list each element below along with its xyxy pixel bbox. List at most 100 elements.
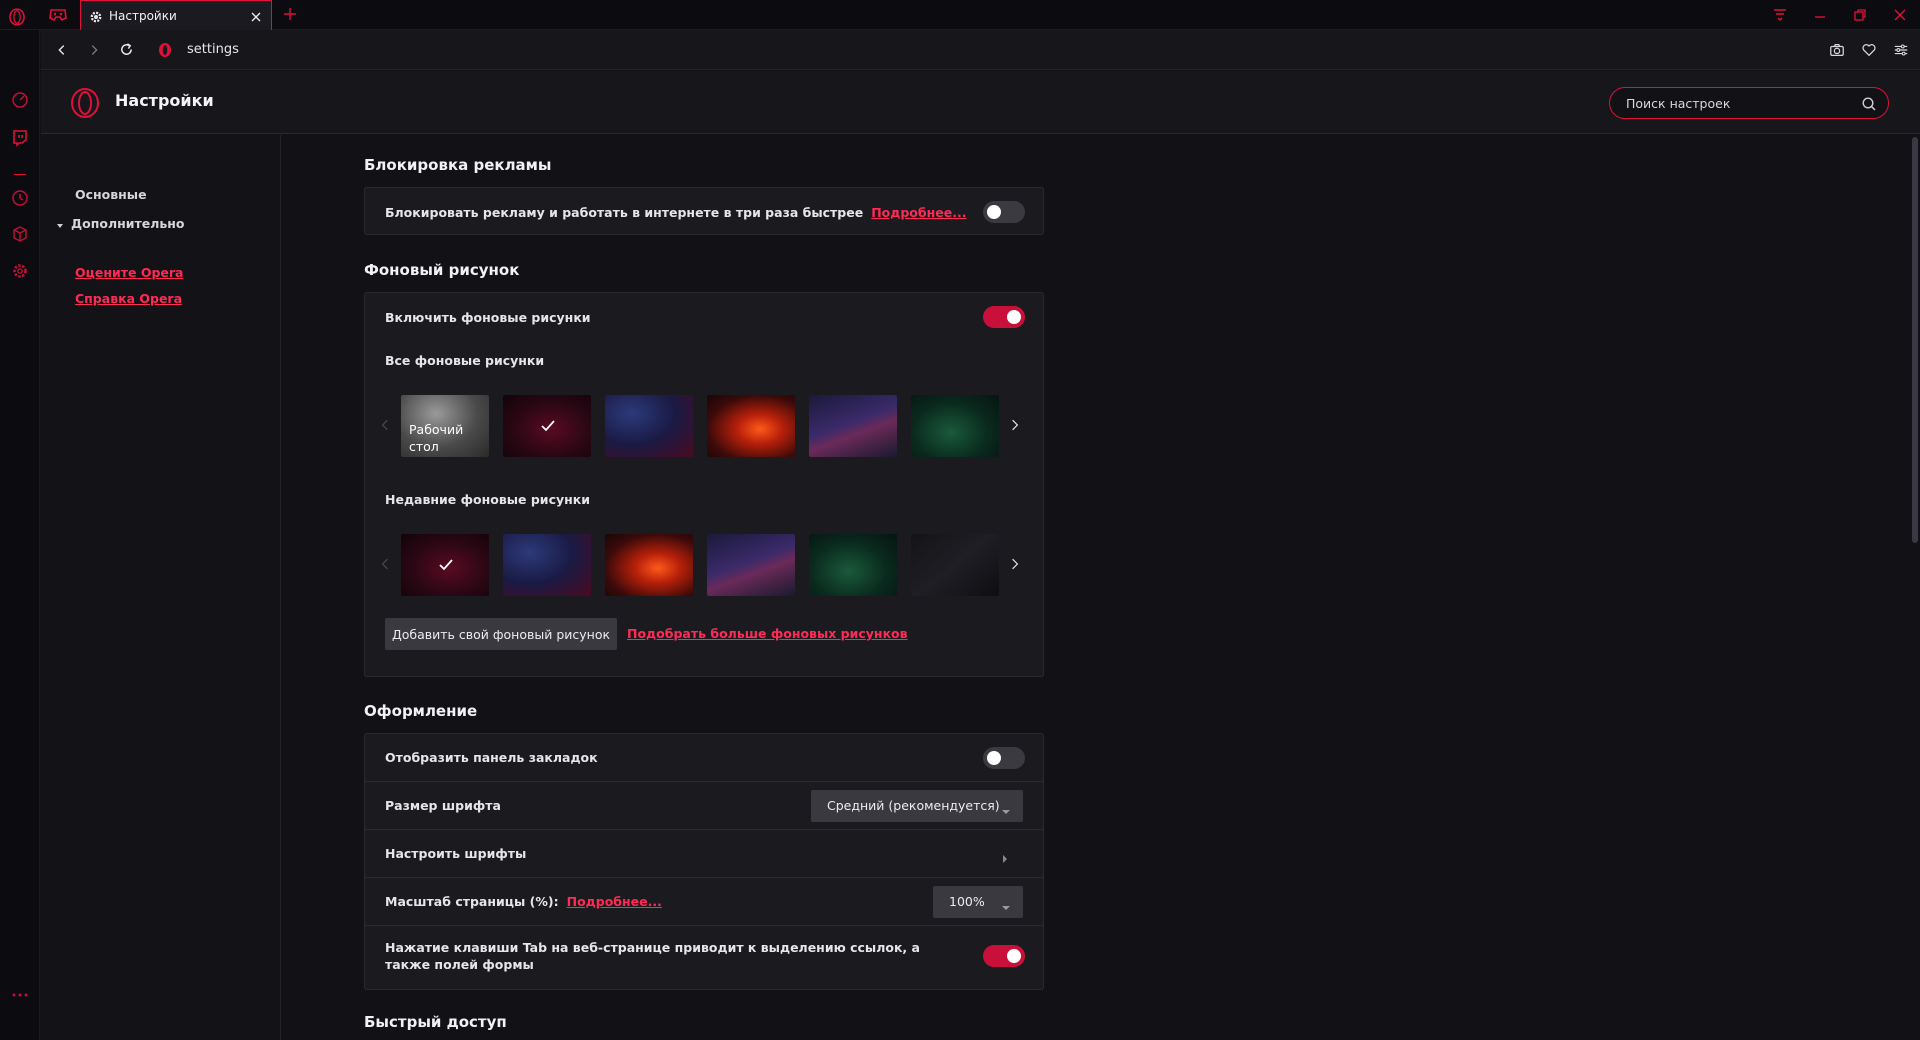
wallpaper-enable-label: Включить фоновые рисунки: [385, 309, 591, 325]
scrollbar[interactable]: [1912, 137, 1918, 543]
wallpaper-desktop-label: Рабочий стол: [409, 422, 464, 454]
zoom-label: Масштаб страницы (%):: [385, 894, 559, 909]
wallpaper-thumb-nebula[interactable]: [605, 395, 693, 457]
camera-icon[interactable]: [1826, 39, 1848, 61]
opera-logo-icon: [69, 87, 101, 119]
address-bar: settings: [41, 30, 1920, 70]
tab-settings[interactable]: Настройки: [80, 0, 272, 30]
more-dots-icon[interactable]: [10, 985, 30, 1005]
rate-opera-link[interactable]: Оцените Opera: [75, 265, 184, 280]
search-input[interactable]: [1609, 87, 1889, 119]
section-title-appearance: Оформление: [364, 702, 478, 720]
history-clock-icon[interactable]: [10, 188, 30, 208]
chevron-down-icon: [1001, 899, 1011, 910]
section-title-wallpaper: Фоновый рисунок: [364, 261, 520, 279]
chevron-right-icon: [1001, 849, 1009, 863]
opera-page-icon: [157, 42, 173, 58]
section-title-adblock: Блокировка рекламы: [364, 156, 552, 174]
heart-icon[interactable]: [1858, 39, 1880, 61]
wallpaper-card: Включить фоновые рисунки Все фоновые рис…: [364, 292, 1044, 677]
zoom-more-link[interactable]: Подробнее...: [567, 894, 662, 909]
wallpaper-thumb-green[interactable]: [911, 395, 999, 457]
easy-setup-icon[interactable]: [1890, 39, 1912, 61]
tab-highlight-toggle[interactable]: [983, 945, 1025, 967]
zoom-value: 100%: [949, 894, 985, 909]
font-size-row: Размер шрифта Средний (рекомендуется): [365, 782, 1043, 830]
url-text[interactable]: settings: [187, 42, 239, 57]
restore-icon[interactable]: [1840, 0, 1880, 30]
nav-advanced-label: Дополнительно: [71, 216, 185, 231]
more-wallpapers-link[interactable]: Подобрать больше фоновых рисунков: [627, 626, 908, 641]
help-opera-link[interactable]: Справка Opera: [75, 291, 182, 306]
recent-thumb-fire[interactable]: [605, 534, 693, 596]
fonts-label: Настроить шрифты: [385, 846, 527, 861]
wallpaper-thumb-crimson[interactable]: [503, 395, 591, 457]
back-icon[interactable]: [47, 35, 77, 65]
tab-title: Настройки: [109, 8, 177, 23]
sidebar-divider: [14, 174, 26, 175]
forward-icon[interactable]: [79, 35, 109, 65]
zoom-select[interactable]: 100%: [933, 885, 1023, 918]
wallpaper-thumb-fire[interactable]: [707, 395, 795, 457]
recent-next-icon[interactable]: [1005, 552, 1025, 576]
extensions-cube-icon[interactable]: [10, 224, 30, 244]
reload-icon[interactable]: [111, 35, 141, 65]
new-tab-plus-icon[interactable]: [282, 6, 298, 22]
font-size-value: Средний (рекомендуется): [827, 798, 1000, 813]
settings-nav: Основные Дополнительно Оцените Opera Спр…: [41, 135, 281, 1040]
adblock-more-link[interactable]: Подробнее...: [871, 205, 966, 220]
recent-thumb-green[interactable]: [809, 534, 897, 596]
checkmark-icon: [437, 556, 455, 574]
checkmark-icon: [539, 417, 557, 435]
caret-down-icon: [55, 219, 65, 229]
carousel-next-icon[interactable]: [1005, 413, 1025, 437]
bookmarks-label: Отобразить панель закладок: [385, 750, 598, 765]
adblock-card: Блокировать рекламу и работать в интерне…: [364, 187, 1044, 235]
adblock-label: Блокировать рекламу и работать в интерне…: [385, 204, 864, 220]
recent-thumb-dark[interactable]: [911, 534, 999, 596]
tab-highlight-row: Нажатие клавиши Tab на веб-странице прив…: [365, 926, 1043, 986]
search-icon[interactable]: [1861, 96, 1877, 112]
settings-header: Настройки: [41, 71, 1920, 134]
bookmarks-toggle[interactable]: [983, 746, 1025, 769]
recent-wallpapers-carousel: [381, 534, 1025, 596]
twitch-icon[interactable]: [10, 128, 30, 148]
minimize-icon[interactable]: [1800, 0, 1840, 30]
settings-content: Блокировка рекламы Блокировать рекламу и…: [282, 135, 1920, 1040]
recent-thumb-wave[interactable]: [707, 534, 795, 596]
gear-icon: [89, 9, 103, 23]
adblock-toggle[interactable]: [983, 201, 1025, 223]
tab-menu-icon[interactable]: [1760, 0, 1800, 30]
close-window-icon[interactable]: [1880, 0, 1920, 30]
all-wallpapers-carousel: Рабочий стол: [381, 395, 1025, 457]
recent-thumb-crimson[interactable]: [401, 534, 489, 596]
wallpaper-enable-toggle[interactable]: [983, 306, 1025, 328]
speedometer-icon[interactable]: [10, 90, 30, 110]
nav-advanced[interactable]: Дополнительно: [55, 216, 185, 231]
bookmarks-row: Отобразить панель закладок: [365, 734, 1043, 782]
browser-sidebar: [0, 30, 40, 1040]
carousel-prev-icon[interactable]: [375, 413, 395, 437]
add-wallpaper-button[interactable]: Добавить свой фоновый рисунок: [385, 618, 617, 650]
tab-strip: Настройки: [0, 0, 1920, 30]
section-title-speed-dial: Быстрый доступ: [364, 1013, 507, 1031]
adblock-row: Блокировать рекламу и работать в интерне…: [365, 188, 1043, 236]
recent-wallpapers-label: Недавние фоновые рисунки: [385, 492, 591, 507]
gx-control-icon[interactable]: [48, 7, 68, 23]
font-size-select[interactable]: Средний (рекомендуется): [811, 789, 1023, 822]
close-icon[interactable]: [249, 9, 263, 23]
wallpaper-enable-row: Включить фоновые рисунки: [365, 293, 1043, 341]
all-wallpapers-label: Все фоновые рисунки: [385, 353, 545, 368]
appearance-card: Отобразить панель закладок Размер шрифта…: [364, 733, 1044, 990]
wallpaper-thumb-wave[interactable]: [809, 395, 897, 457]
chevron-down-icon: [1001, 803, 1011, 814]
recent-thumb-nebula[interactable]: [503, 534, 591, 596]
font-size-label: Размер шрифта: [385, 798, 501, 813]
zoom-row: Масштаб страницы (%): Подробнее... 100%: [365, 878, 1043, 926]
recent-prev-icon[interactable]: [375, 552, 395, 576]
settings-gear-icon[interactable]: [10, 261, 30, 281]
wallpaper-thumb-desktop[interactable]: Рабочий стол: [401, 395, 489, 457]
fonts-row[interactable]: Настроить шрифты: [365, 830, 1043, 878]
nav-basic[interactable]: Основные: [75, 187, 147, 202]
tab-highlight-label: Нажатие клавиши Tab на веб-странице прив…: [385, 940, 920, 972]
